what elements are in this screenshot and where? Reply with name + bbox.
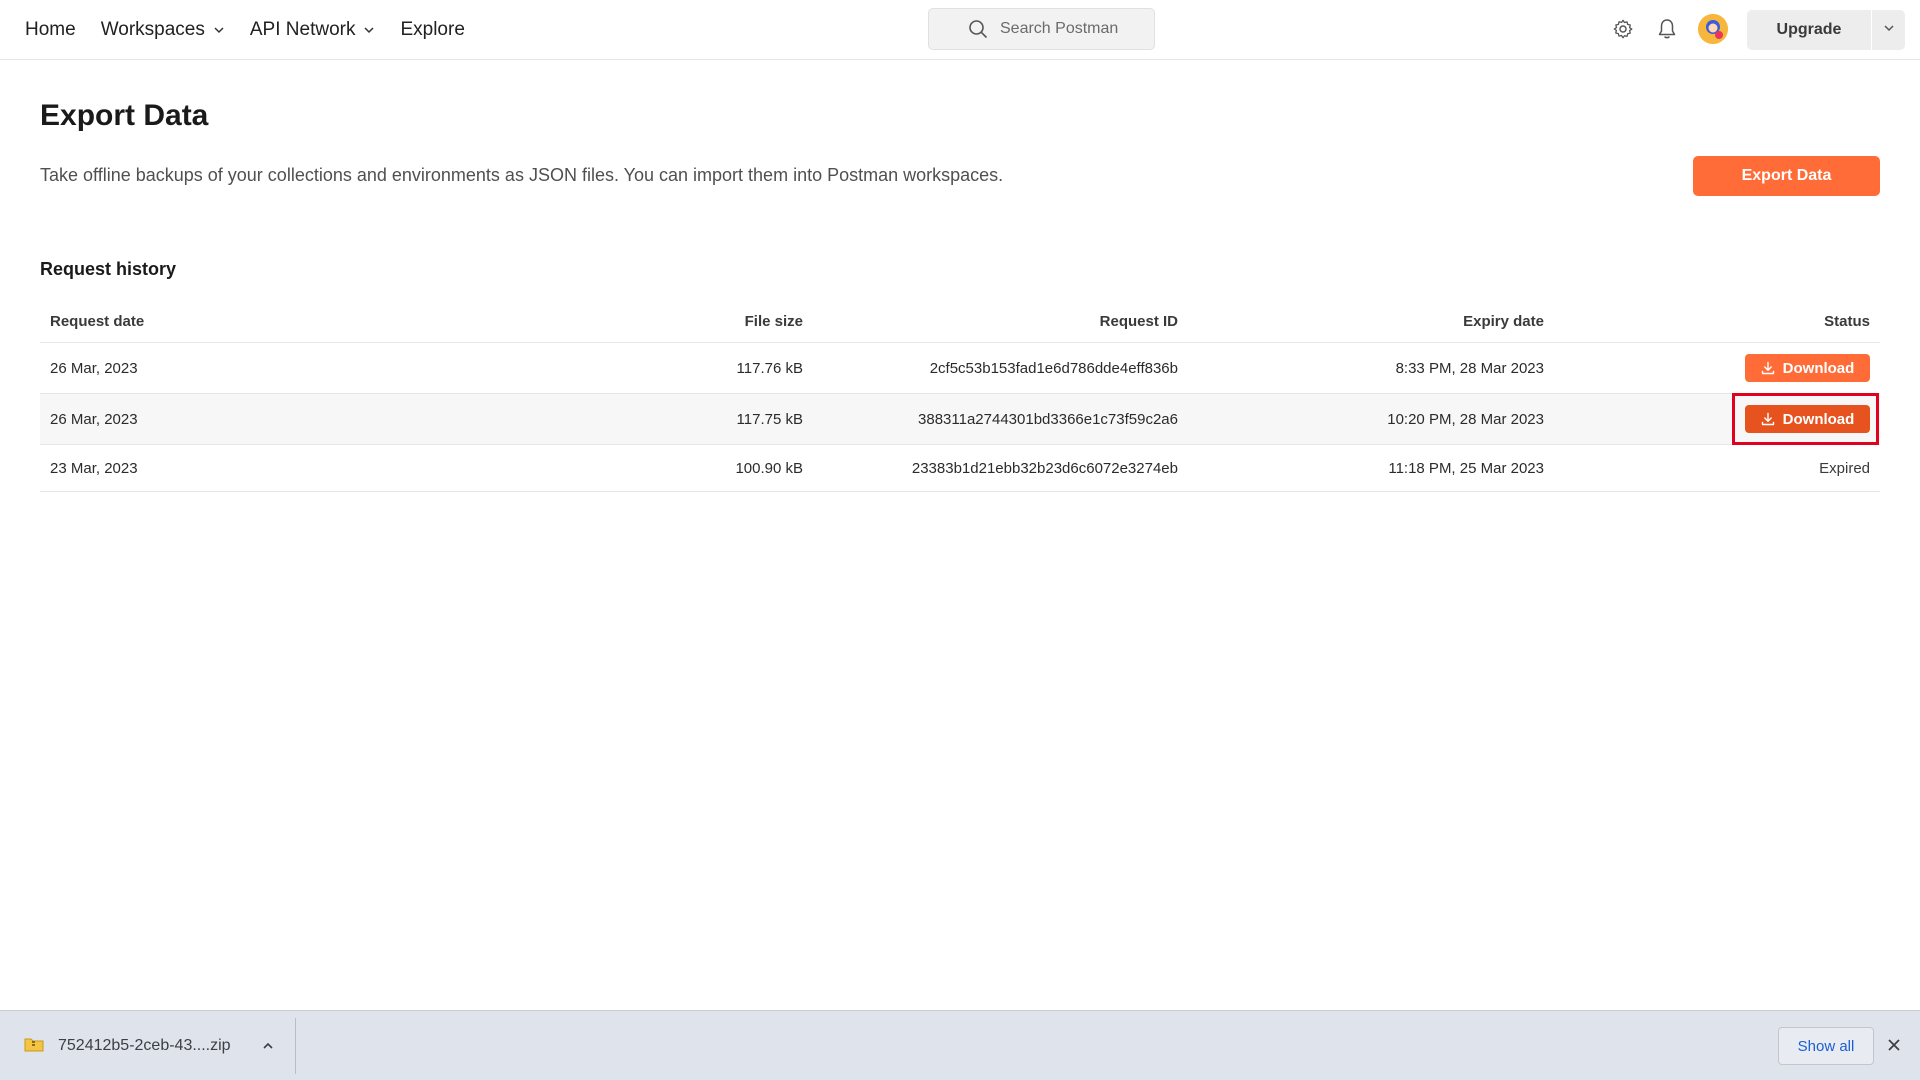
- column-header-expiry-date: Expiry date: [1463, 312, 1544, 330]
- expiry-date: 10:20 PM, 28 Mar 2023: [1387, 410, 1544, 428]
- search-icon: [968, 19, 988, 44]
- export-data-button[interactable]: Export Data: [1693, 156, 1880, 196]
- request-id: 388311a2744301bd3366e1c73f59c2a6: [918, 410, 1178, 428]
- nav-workspaces[interactable]: Workspaces: [101, 19, 225, 41]
- expiry-date: 11:18 PM, 25 Mar 2023: [1388, 459, 1544, 477]
- status-expired: Expired: [1819, 459, 1870, 477]
- file-size: 117.75 kB: [736, 410, 803, 428]
- request-id: 23383b1d21ebb32b23d6c6072e3274eb: [911, 459, 1178, 477]
- column-header-status: Status: [1824, 312, 1870, 330]
- nav-workspaces-label: Workspaces: [100, 18, 205, 40]
- avatar[interactable]: [1698, 14, 1728, 44]
- show-all-button[interactable]: Show all: [1778, 1027, 1874, 1065]
- section-title: Request history: [40, 259, 177, 279]
- request-date: 26 Mar, 2023: [50, 359, 138, 377]
- nav-home[interactable]: Home: [25, 19, 76, 41]
- search-input[interactable]: Search Postman: [928, 8, 1155, 50]
- download-button[interactable]: Download: [1745, 405, 1870, 433]
- chevron-down-icon: [213, 24, 225, 36]
- downloaded-file-item[interactable]: 752412b5-2ceb-43....zip: [24, 1011, 275, 1080]
- request-date: 23 Mar, 2023: [50, 459, 138, 477]
- chevron-down-icon: [1883, 21, 1895, 39]
- nav-api-network-label: API Network: [249, 18, 356, 40]
- download-label: Download: [1782, 359, 1855, 377]
- column-header-request-date: Request date: [50, 312, 145, 330]
- column-header-file-size: File size: [744, 312, 803, 330]
- top-navigation-bar: Home Workspaces API Network Explore Sear…: [0, 0, 1920, 60]
- download-icon: [1761, 361, 1775, 375]
- download-label: Download: [1782, 410, 1855, 428]
- download-icon: [1761, 412, 1775, 426]
- zip-file-icon: [24, 1036, 44, 1057]
- request-id: 2cf5c53b153fad1e6d786dde4eff836b: [929, 359, 1178, 377]
- file-name: 752412b5-2ceb-43....zip: [58, 1037, 231, 1054]
- upgrade-button[interactable]: Upgrade: [1747, 10, 1871, 50]
- gear-icon[interactable]: [1612, 18, 1634, 40]
- download-button[interactable]: Download: [1745, 354, 1870, 382]
- nav-explore-label: Explore: [400, 18, 465, 40]
- page-title: Export Data: [40, 99, 209, 132]
- upgrade-options-button[interactable]: [1872, 10, 1905, 50]
- table-header: Request date File size Request ID Expiry…: [40, 300, 1880, 343]
- status-cell: Download: [1745, 394, 1870, 444]
- file-size: 117.76 kB: [736, 359, 803, 377]
- request-history-table: Request date File size Request ID Expiry…: [40, 300, 1880, 492]
- upgrade-button-group: Upgrade: [1747, 10, 1905, 50]
- file-size: 100.90 kB: [735, 459, 803, 477]
- page-description: Take offline backups of your collections…: [40, 165, 1004, 185]
- table-row: 26 Mar, 2023 117.76 kB 2cf5c53b153fad1e6…: [40, 343, 1880, 394]
- table-row: 23 Mar, 2023 100.90 kB 23383b1d21ebb32b2…: [40, 445, 1880, 492]
- nav-api-network[interactable]: API Network: [250, 19, 376, 41]
- column-header-request-id: Request ID: [1099, 312, 1178, 330]
- nav-explore[interactable]: Explore: [400, 19, 464, 41]
- expiry-date: 8:33 PM, 28 Mar 2023: [1395, 359, 1544, 377]
- search-placeholder: Search Postman: [1000, 20, 1119, 37]
- divider: [295, 1018, 296, 1074]
- status-cell: Download: [1745, 343, 1870, 393]
- bell-icon[interactable]: [1657, 18, 1677, 40]
- nav-home-label: Home: [25, 18, 76, 40]
- chevron-down-icon: [363, 24, 375, 36]
- table-row: 26 Mar, 2023 117.75 kB 388311a2744301bd3…: [40, 393, 1880, 445]
- download-shelf: 752412b5-2ceb-43....zip Show all: [0, 1010, 1920, 1080]
- close-icon[interactable]: [1886, 1037, 1902, 1053]
- chevron-up-icon[interactable]: [261, 1039, 275, 1053]
- request-date: 26 Mar, 2023: [50, 410, 138, 428]
- main-nav: Home Workspaces API Network Explore: [25, 0, 490, 59]
